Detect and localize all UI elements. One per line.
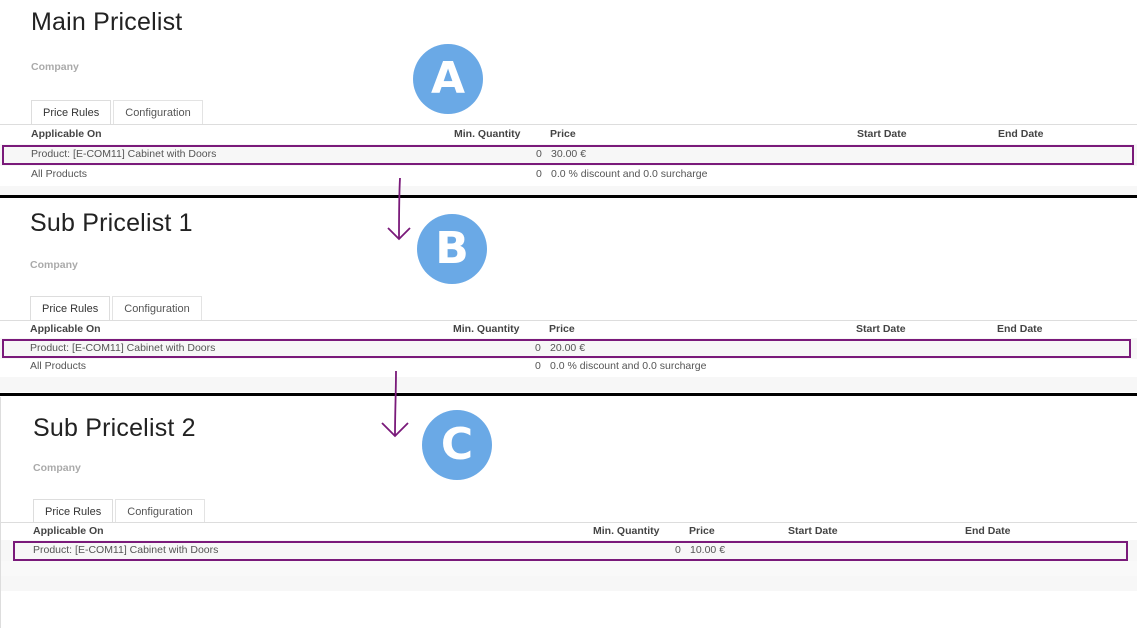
table-row[interactable]: Product: [E-COM11] Cabinet with Doors 0 … xyxy=(0,144,1137,166)
page-title: Main Pricelist xyxy=(31,8,183,36)
marker-c: C xyxy=(422,410,492,480)
column-price[interactable]: Price xyxy=(549,323,575,335)
column-applicable-on[interactable]: Applicable On xyxy=(31,128,102,140)
column-end-date[interactable]: End Date xyxy=(965,525,1011,537)
company-label: Company xyxy=(33,462,81,474)
marker-b: B xyxy=(417,214,487,284)
tab-bar: Price Rules Configuration xyxy=(33,499,207,523)
table-row[interactable]: Product: [E-COM11] Cabinet with Doors 0 … xyxy=(1,540,1137,561)
column-start-date[interactable]: Start Date xyxy=(857,128,907,140)
tab-bar: Price Rules Configuration xyxy=(31,100,205,124)
tab-configuration[interactable]: Configuration xyxy=(113,100,203,124)
tab-price-rules[interactable]: Price Rules xyxy=(33,499,114,523)
column-start-date[interactable]: Start Date xyxy=(856,323,906,335)
page-title: Sub Pricelist 2 xyxy=(33,414,196,442)
cell-applicable-on: Product: [E-COM11] Cabinet with Doors xyxy=(33,544,219,556)
arrow-down-icon xyxy=(387,177,411,241)
main-pricelist-panel: Main Pricelist Company Price Rules Confi… xyxy=(0,0,1137,196)
table-row[interactable]: All Products 0 0.0 % discount and 0.0 su… xyxy=(0,359,1137,377)
cell-applicable-on: All Products xyxy=(30,360,87,372)
cell-min-quantity: 0 xyxy=(675,544,681,556)
company-label: Company xyxy=(31,61,79,73)
table-footer xyxy=(1,561,1137,576)
column-min-quantity[interactable]: Min. Quantity xyxy=(453,323,520,335)
column-min-quantity[interactable]: Min. Quantity xyxy=(454,128,521,140)
cell-applicable-on: All Products xyxy=(31,168,88,180)
table-row[interactable]: Product: [E-COM11] Cabinet with Doors 0 … xyxy=(0,338,1137,359)
cell-applicable-on: Product: [E-COM11] Cabinet with Doors xyxy=(31,148,217,160)
tab-configuration[interactable]: Configuration xyxy=(115,499,205,523)
cell-min-quantity: 0 xyxy=(536,168,542,180)
cell-min-quantity: 0 xyxy=(536,148,542,160)
column-end-date[interactable]: End Date xyxy=(997,323,1043,335)
company-label: Company xyxy=(30,259,78,271)
cell-price: 10.00 € xyxy=(690,544,726,556)
arrow-down-icon xyxy=(381,370,409,438)
cell-price: 20.00 € xyxy=(550,342,586,354)
cell-applicable-on: Product: [E-COM11] Cabinet with Doors xyxy=(30,342,216,354)
sub-pricelist-1-panel: Sub Pricelist 1 Company Price Rules Conf… xyxy=(0,199,1137,393)
column-start-date[interactable]: Start Date xyxy=(788,525,838,537)
tab-bar: Price Rules Configuration xyxy=(30,296,204,320)
column-applicable-on[interactable]: Applicable On xyxy=(33,525,104,537)
cell-price: 30.00 € xyxy=(551,148,587,160)
tab-price-rules[interactable]: Price Rules xyxy=(30,296,111,320)
table-footer xyxy=(0,377,1137,392)
cell-min-quantity: 0 xyxy=(535,342,541,354)
cell-price: 0.0 % discount and 0.0 surcharge xyxy=(550,360,707,372)
table-row[interactable]: All Products 0 0.0 % discount and 0.0 su… xyxy=(0,166,1137,186)
section-divider xyxy=(0,195,1137,198)
tab-divider xyxy=(0,320,1137,321)
column-end-date[interactable]: End Date xyxy=(998,128,1044,140)
sub-pricelist-2-panel: Sub Pricelist 2 Company Price Rules Conf… xyxy=(0,397,1137,628)
column-price[interactable]: Price xyxy=(550,128,576,140)
tab-configuration[interactable]: Configuration xyxy=(112,296,202,320)
marker-a: A xyxy=(413,44,483,114)
table-footer xyxy=(1,576,1137,591)
column-price[interactable]: Price xyxy=(689,525,715,537)
column-min-quantity[interactable]: Min. Quantity xyxy=(593,525,660,537)
section-divider xyxy=(0,393,1137,396)
tab-divider xyxy=(1,522,1137,523)
tab-price-rules[interactable]: Price Rules xyxy=(31,100,112,124)
page-title: Sub Pricelist 1 xyxy=(30,209,193,237)
cell-price: 0.0 % discount and 0.0 surcharge xyxy=(551,168,708,180)
cell-min-quantity: 0 xyxy=(535,360,541,372)
column-applicable-on[interactable]: Applicable On xyxy=(30,323,101,335)
tab-divider xyxy=(0,124,1137,125)
